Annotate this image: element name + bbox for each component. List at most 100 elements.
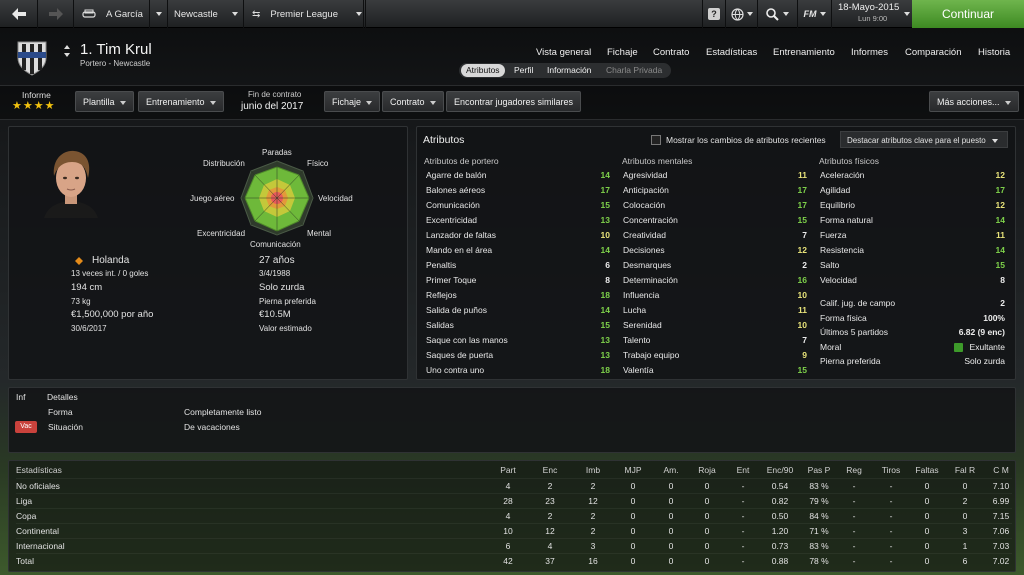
nav-informes[interactable]: Informes: [851, 47, 888, 58]
chevron-down-icon: [991, 138, 998, 143]
forward-button[interactable]: [38, 0, 74, 28]
search-button[interactable]: [758, 0, 798, 28]
estimated-value: €10.5M: [259, 309, 291, 320]
fichaje-label: Fichaje: [332, 97, 362, 107]
contrato-button[interactable]: Contrato: [382, 91, 444, 112]
physical-attribute-label: Salto: [820, 260, 840, 270]
details-panel: [8, 387, 1016, 453]
subtab-atributos[interactable]: Atributos: [461, 64, 505, 77]
gk-attribute-label: Reflejos: [426, 290, 457, 300]
physical-attribute-row: Resistencia 14: [820, 243, 1005, 258]
radar-label-paradas: Paradas: [262, 148, 292, 157]
extra-info-label: Últimos 5 partidos: [820, 327, 889, 337]
gk-attribute-row: Excentricidad 13: [426, 213, 610, 228]
nav-entrenamiento[interactable]: Entrenamiento: [773, 47, 835, 58]
manager-dropdown[interactable]: [150, 0, 168, 28]
competition-menu[interactable]: ⇆ Premier League: [244, 0, 364, 28]
gk-attribute-label: Mando en el área: [426, 245, 493, 255]
gk-attribute-value: 13: [600, 350, 610, 360]
estimated-value-label: Valor estimado: [259, 324, 312, 333]
physical-attribute-label: Aceleración: [820, 170, 865, 180]
physical-attribute-label: Fuerza: [820, 230, 847, 240]
mental-attribute-row: Talento 7: [623, 333, 807, 348]
find-similar-button[interactable]: Encontrar jugadores similares: [446, 91, 582, 112]
back-button[interactable]: [0, 0, 38, 28]
highlight-dropdown[interactable]: Destacar atributos clave para el puesto: [840, 131, 1008, 148]
mental-attribute-label: Agresividad: [623, 170, 668, 180]
globe-button[interactable]: [726, 0, 758, 28]
swap-icon: ⇆: [252, 8, 261, 20]
gk-attribute-label: Saques de puerta: [426, 350, 494, 360]
subtab-charla-privada[interactable]: Charla Privada: [601, 64, 667, 77]
nav-fichaje[interactable]: Fichaje: [607, 47, 638, 58]
nav-vista-general[interactable]: Vista general: [536, 47, 591, 58]
chevron-down-icon: [155, 12, 162, 16]
physical-attribute-value: 17: [995, 185, 1005, 195]
nav-historia[interactable]: Historia: [978, 47, 1010, 58]
chevron-down-icon: [746, 12, 753, 16]
mental-attribute-value: 16: [797, 275, 807, 285]
mental-attribute-row: Anticipación 17: [623, 183, 807, 198]
gk-attribute-row: Primer Toque 8: [426, 273, 610, 288]
contrato-label: Contrato: [390, 97, 425, 107]
help-button[interactable]: ?: [702, 0, 726, 28]
chevron-down-icon: [355, 12, 362, 16]
stats-cell: 23: [545, 496, 555, 506]
competition-dropdown[interactable]: [352, 0, 366, 28]
arrow-left-icon: [11, 8, 26, 20]
extra-info-value: 100%: [983, 313, 1005, 323]
flag-icon: [74, 256, 84, 266]
physical-attribute-row: Equilibrio 12: [820, 198, 1005, 213]
radar-label-velocidad: Velocidad: [318, 194, 353, 203]
stats-column-header[interactable]: Enc: [527, 463, 573, 478]
date-dropdown[interactable]: [902, 0, 912, 28]
stats-column-header[interactable]: C M: [978, 463, 1024, 478]
stats-row: Liga 28 23 12 0 0 0-0.82 79 % - -0 2 6.99: [16, 493, 1012, 508]
nav-contrato[interactable]: Contrato: [653, 47, 689, 58]
mental-attribute-label: Determinación: [623, 275, 678, 285]
nav-estadisticas[interactable]: Estadísticas: [706, 47, 757, 58]
plantilla-label: Plantilla: [83, 97, 115, 107]
stats-cell: 37: [545, 556, 555, 566]
subtab-perfil[interactable]: Perfil: [509, 64, 538, 77]
entrenamiento-label: Entrenamiento: [146, 97, 205, 107]
player-photo: [42, 148, 100, 218]
competition-name: Premier League: [270, 8, 338, 20]
subtab-informacion[interactable]: Información: [542, 64, 596, 77]
stats-cell: Continental: [16, 526, 60, 536]
club-dropdown[interactable]: [226, 0, 244, 28]
extra-info-row: Moral Exultante: [820, 340, 1005, 355]
chevron-down-icon: [64, 53, 70, 57]
mental-attribute-value: 7: [802, 230, 807, 240]
extra-info-value: Solo zurda: [964, 356, 1005, 366]
mental-attribute-label: Decisiones: [623, 245, 665, 255]
extra-info-row: Pierna preferida Solo zurda: [820, 354, 1005, 369]
physical-attribute-value: 12: [995, 200, 1005, 210]
extra-info-label: Moral: [820, 342, 842, 352]
plantilla-button[interactable]: Plantilla: [75, 91, 134, 112]
physical-attribute-value: 12: [995, 170, 1005, 180]
continue-button[interactable]: Continuar: [912, 0, 1024, 28]
nav-comparacion[interactable]: Comparación: [905, 47, 962, 58]
more-actions-button[interactable]: Más acciones...: [929, 91, 1019, 112]
mental-attribute-value: 11: [798, 170, 807, 180]
player-switcher[interactable]: [64, 45, 70, 59]
mental-attribute-value: 10: [797, 290, 807, 300]
stats-column-header[interactable]: Estadísticas: [16, 463, 86, 478]
extra-info-label: Calif. jug. de campo: [820, 298, 896, 308]
mental-attribute-label: Creatividad: [623, 230, 666, 240]
gk-attribute-row: Agarre de balón 14: [426, 168, 610, 183]
mental-attribute-value: 2: [802, 260, 807, 270]
details-label-situacion: Situación: [48, 422, 83, 432]
gk-attribute-label: Agarre de balón: [426, 170, 487, 180]
stats-column-header[interactable]: Part: [488, 463, 528, 478]
date-of-birth: 3/4/1988: [259, 269, 291, 278]
manager-menu[interactable]: A García: [74, 0, 150, 28]
fichaje-button[interactable]: Fichaje: [324, 91, 381, 112]
physical-attribute-label: Velocidad: [820, 275, 857, 285]
entrenamiento-button[interactable]: Entrenamiento: [138, 91, 224, 112]
fm-menu-button[interactable]: FM: [798, 0, 832, 28]
mental-attributes-title: Atributos mentales: [622, 156, 693, 166]
attribute-radar: [240, 160, 314, 236]
show-changes-checkbox[interactable]: [651, 135, 661, 145]
